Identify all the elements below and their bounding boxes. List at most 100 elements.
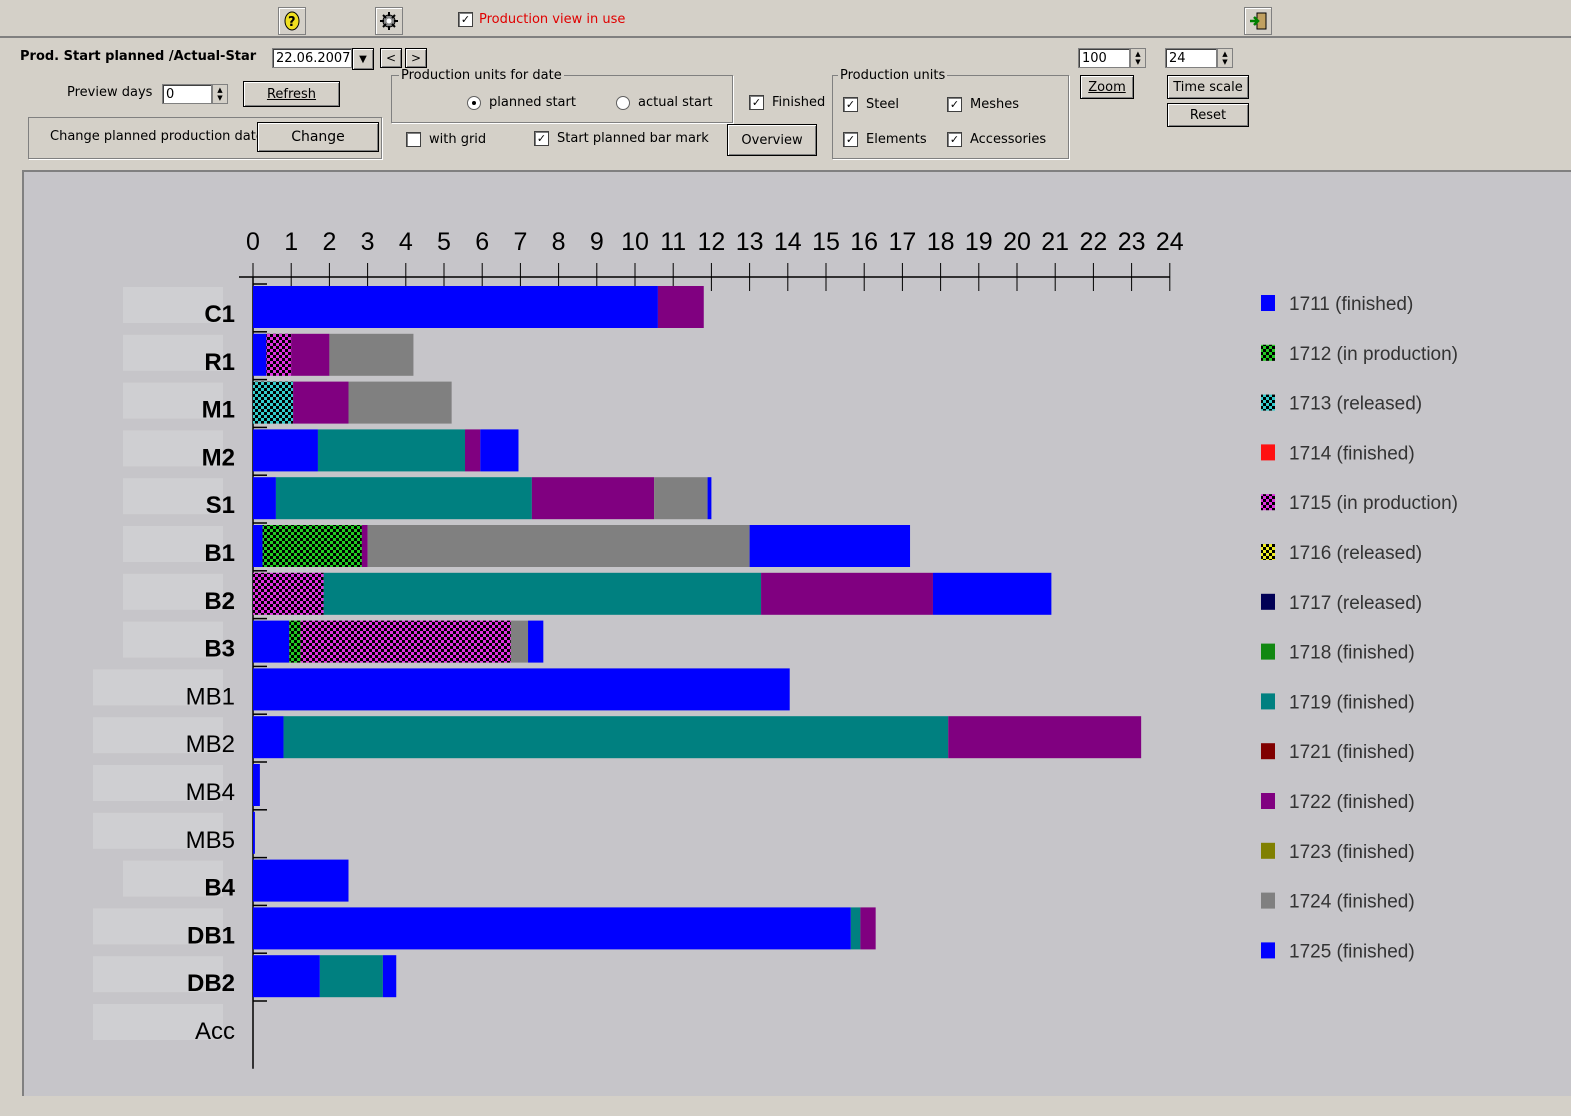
with-grid-label: with grid	[429, 132, 487, 147]
overview-button[interactable]: Overview	[727, 124, 817, 156]
elements-checkbox[interactable]: ✓	[843, 132, 858, 147]
legend-label-1714: 1714 (finished)	[1289, 443, 1415, 464]
row-label-c1: C1	[204, 301, 235, 328]
meshes-toggle[interactable]: ✓ Meshes	[947, 97, 1019, 112]
reset-button[interactable]: Reset	[1167, 103, 1249, 127]
finished-toggle[interactable]: ✓ Finished	[749, 95, 825, 110]
date-dropdown-button[interactable]: ▼	[352, 48, 374, 70]
accessories-checkbox[interactable]: ✓	[947, 132, 962, 147]
zoom-field[interactable]: 100	[1078, 48, 1130, 68]
bar-pattern-1712	[262, 525, 362, 567]
x-tick-label: 13	[736, 228, 764, 256]
bar-segment-1719	[283, 716, 949, 759]
preview-days-label: Preview days	[67, 85, 153, 100]
prev-date-button[interactable]: <	[380, 48, 402, 68]
finished-checkbox[interactable]: ✓	[749, 95, 764, 110]
start-bar-mark-label: Start planned bar mark	[557, 131, 709, 146]
actual-start-radio[interactable]	[616, 95, 630, 110]
meshes-checkbox[interactable]: ✓	[947, 97, 962, 112]
row-label-acc: Acc	[195, 1018, 235, 1045]
accessories-toggle[interactable]: ✓ Accessories	[947, 132, 1046, 147]
date-field[interactable]: 22.06.2007	[272, 48, 352, 68]
row-label-mb5: MB5	[186, 827, 235, 854]
help-icon[interactable]: ?	[278, 7, 306, 35]
svg-text:?: ?	[288, 15, 296, 30]
bar-pattern-1713	[253, 381, 294, 424]
change-button[interactable]: Change	[257, 122, 379, 152]
bar-segment-1711	[253, 477, 276, 520]
x-tick-label: 6	[475, 228, 489, 256]
bar-segment-1711	[253, 333, 267, 376]
zoom-spinner[interactable]: ▲ ▼	[1130, 48, 1146, 68]
start-bar-mark-checkbox[interactable]: ✓	[534, 131, 549, 146]
bar-segment-1722	[293, 381, 349, 424]
bar-segment-1722	[531, 477, 655, 520]
bar-segment-1725	[528, 620, 544, 663]
production-view-checkbox[interactable]: ✓	[458, 12, 473, 27]
preview-days-field[interactable]: 0	[162, 84, 212, 104]
bar-segment-1725	[932, 572, 1052, 615]
prod-units-title: Production units	[838, 68, 948, 83]
bar-segment-1719	[317, 429, 466, 472]
bar-segment-1719	[275, 477, 532, 520]
x-tick-label: 15	[812, 228, 840, 256]
bar-segment-1725	[707, 477, 712, 520]
x-tick-label: 23	[1118, 228, 1146, 256]
change-date-label: Change planned production date	[50, 129, 264, 144]
x-tick-label: 8	[552, 228, 566, 256]
legend-swatch-1711	[1261, 295, 1275, 311]
elements-toggle[interactable]: ✓ Elements	[843, 132, 927, 147]
zoom-button[interactable]: Zoom	[1080, 75, 1134, 99]
bar-segment-1711	[253, 811, 255, 854]
bar-segment-1722	[860, 907, 876, 950]
planned-start-option[interactable]: planned start	[467, 95, 576, 110]
planned-start-radio[interactable]	[467, 95, 481, 110]
x-tick-label: 3	[361, 228, 375, 256]
x-tick-label: 19	[965, 228, 993, 256]
x-tick-label: 11	[660, 228, 686, 256]
with-grid-checkbox[interactable]	[406, 132, 421, 147]
next-date-button[interactable]: >	[405, 48, 427, 68]
row-label-mb4: MB4	[186, 779, 235, 806]
start-bar-mark-toggle[interactable]: ✓ Start planned bar mark	[534, 131, 709, 146]
row-label-s1: S1	[206, 492, 235, 519]
bar-pattern-1715	[253, 572, 324, 615]
x-tick-label: 5	[437, 228, 451, 256]
row-label-m2: M2	[202, 444, 235, 471]
settings-icon[interactable]	[375, 7, 403, 35]
x-tick-label: 0	[246, 228, 260, 256]
production-view-label: Production view in use	[479, 12, 626, 27]
prod-start-label: Prod. Start planned /Actual-Star	[20, 49, 257, 64]
x-tick-label: 9	[590, 228, 604, 256]
bar-segment-1711	[253, 955, 320, 998]
preview-days-spinner[interactable]: ▲ ▼	[212, 84, 228, 104]
actual-start-option[interactable]: actual start	[616, 95, 712, 110]
actual-start-label: actual start	[638, 95, 713, 110]
x-tick-label: 4	[399, 228, 413, 256]
bar-segment-1724	[367, 525, 750, 567]
legend-label-1722: 1722 (finished)	[1289, 792, 1415, 813]
legend-swatch-1719	[1261, 693, 1275, 710]
legend-swatch-1723	[1261, 842, 1275, 859]
legend-label-1725: 1725 (finished)	[1289, 941, 1415, 962]
bar-segment-1719	[319, 955, 383, 998]
legend-label-1711: 1711 (finished)	[1289, 294, 1413, 315]
time-scale-button[interactable]: Time scale	[1167, 75, 1249, 99]
with-grid-toggle[interactable]: with grid	[406, 132, 486, 147]
production-view-toggle[interactable]: ✓ Production view in use	[458, 12, 625, 27]
legend-pattern-1716	[1261, 544, 1275, 560]
refresh-button[interactable]: Refresh	[243, 81, 340, 107]
x-tick-label: 22	[1079, 228, 1107, 256]
legend-label-1716: 1716 (released)	[1289, 543, 1422, 564]
time-scale-field[interactable]: 24	[1165, 48, 1217, 68]
top-toolbar	[0, 0, 1571, 38]
steel-checkbox[interactable]: ✓	[843, 97, 858, 112]
gantt-chart-panel: 0 1 2 3 4 5 6 7 8 9 10 11 12 13 14 15 16 17 18 19 20 21 22 23 24…	[22, 170, 1571, 1096]
time-scale-spinner[interactable]: ▲ ▼	[1217, 48, 1233, 68]
steel-toggle[interactable]: ✓ Steel	[843, 97, 899, 112]
bar-segment-1722	[657, 286, 704, 328]
x-tick-label: 14	[774, 228, 802, 256]
meshes-label: Meshes	[970, 97, 1019, 112]
x-tick-label: 2	[322, 228, 336, 256]
exit-icon[interactable]	[1244, 7, 1272, 35]
